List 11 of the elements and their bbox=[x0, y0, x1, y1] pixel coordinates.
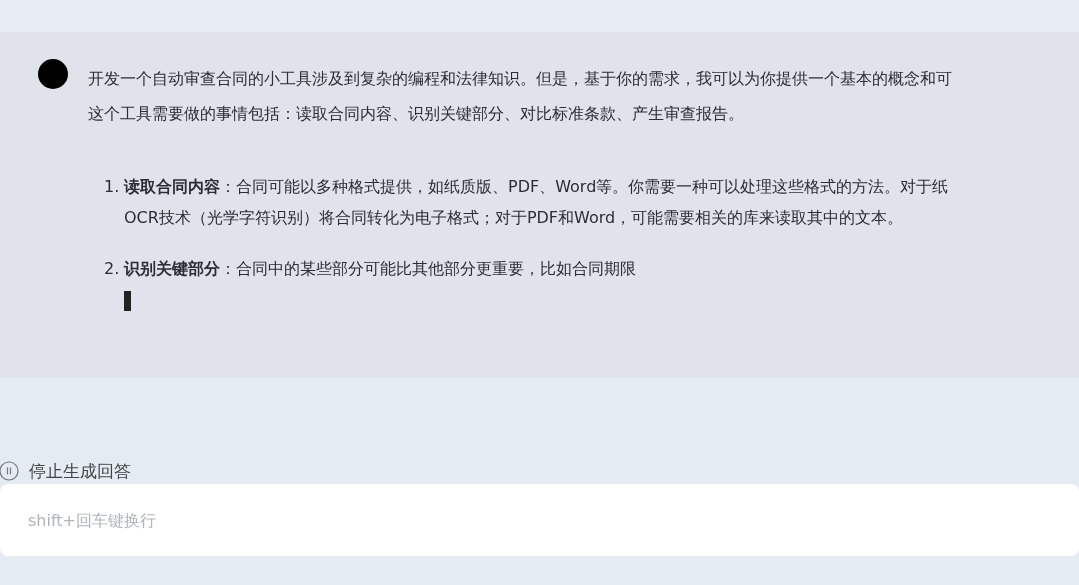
avatar bbox=[38, 59, 68, 89]
message-text: 开发一个自动审查合同的小工具涉及到复杂的编程和法律知识。但是，基于你的需求，我可以为你提供一个基本的概念和可 bbox=[88, 68, 952, 90]
list-number: 1. bbox=[104, 176, 121, 198]
message-text: 这个工具需要做的事情包括：读取合同内容、识别关键部分、对比标准条款、产生审查报告。 bbox=[88, 103, 745, 125]
pause-icon bbox=[0, 461, 19, 481]
list-item-text: OCR技术（光学字符识别）将合同转化为电子格式；对于PDF和Word，可能需要相关的库来读取其中的文本。 bbox=[124, 207, 905, 229]
stop-generating-button[interactable]: 停止生成回答 bbox=[0, 459, 131, 483]
list-number: 2. bbox=[104, 258, 121, 280]
list-item-text: 读取合同内容：合同可能以多种格式提供，如纸质版、PDF、Word等。你需要一种可以处理这些格式的方法。对于纸 bbox=[124, 176, 949, 198]
list-item-text: 识别关键部分：合同中的某些部分可能比其他部分更重要，比如合同期限 bbox=[124, 258, 636, 280]
message-input[interactable]: shift+回车键换行 bbox=[0, 484, 1079, 556]
